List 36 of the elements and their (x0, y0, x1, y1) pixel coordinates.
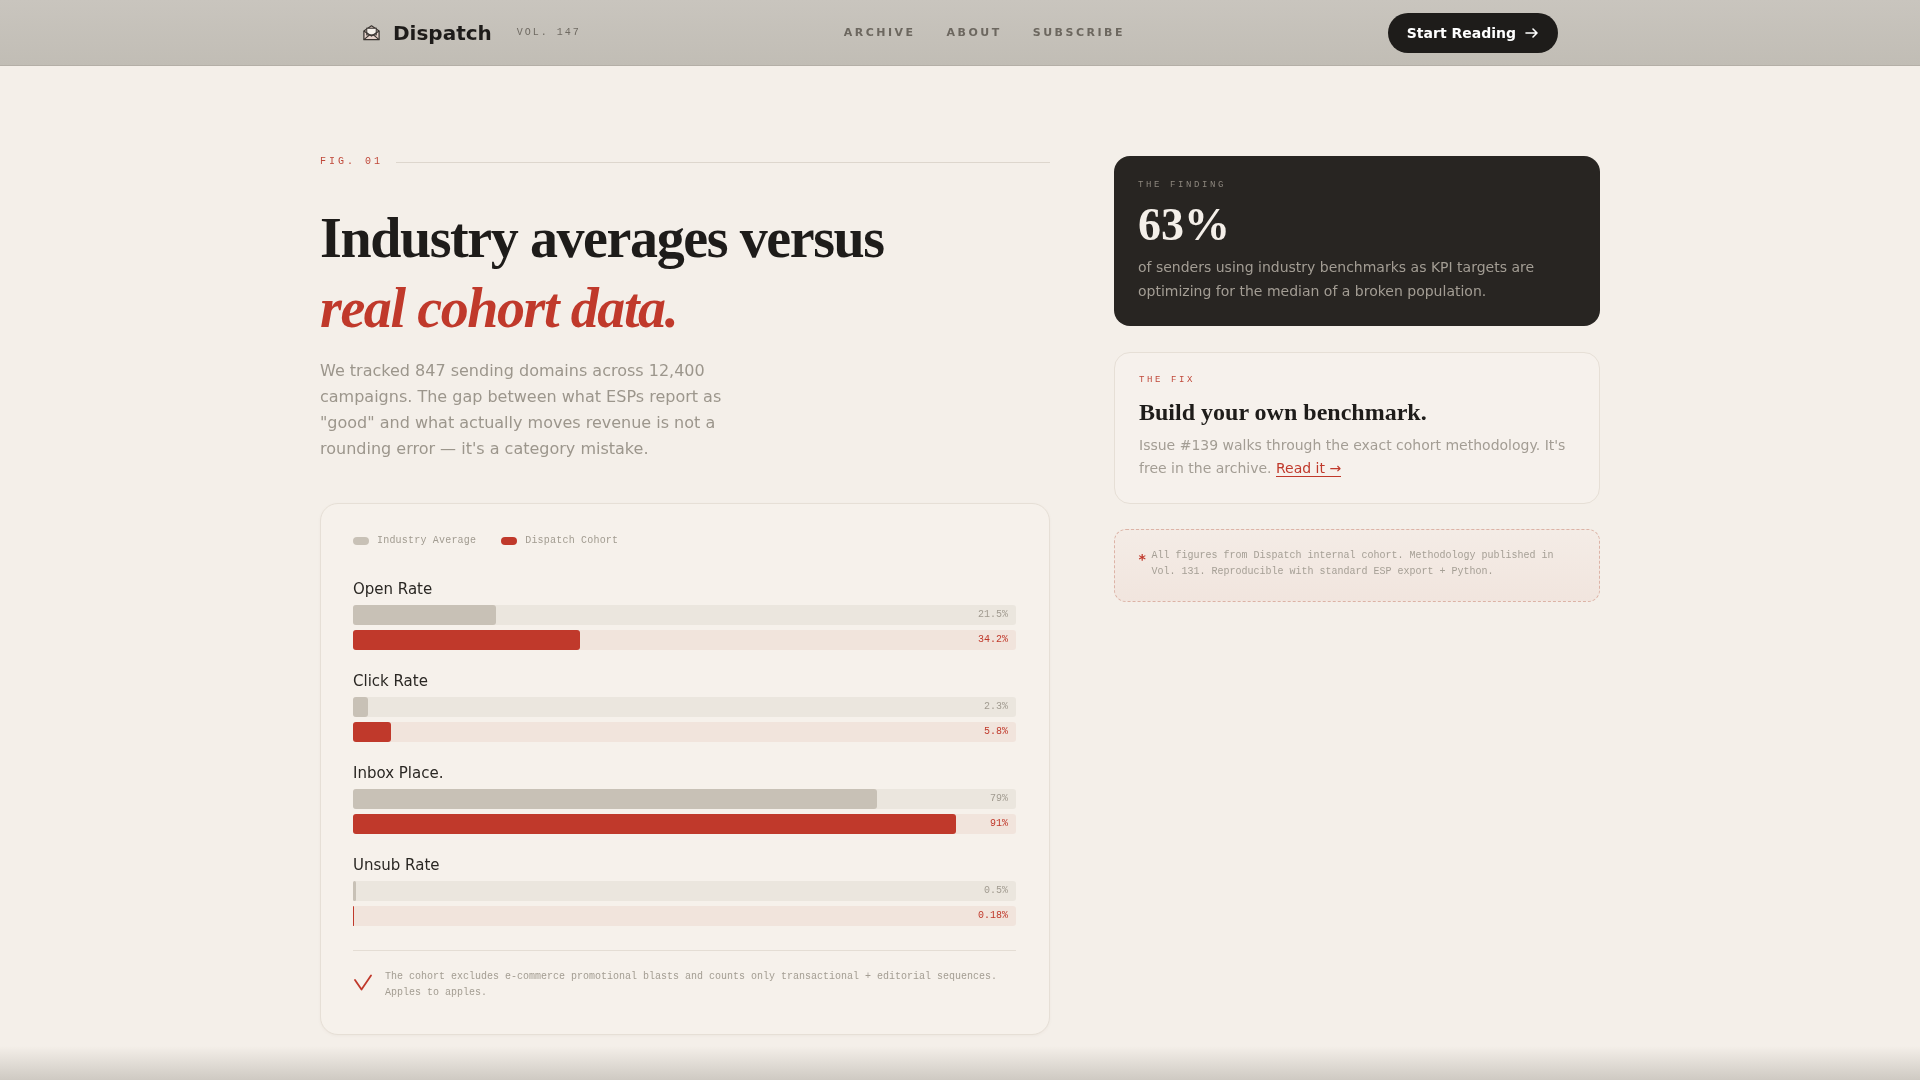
meter-reading: 79% (990, 793, 1008, 805)
arrow-icon (1525, 27, 1538, 38)
metric-label: Inbox Place. (353, 764, 445, 783)
volume-label: VOL. 147 (516, 27, 581, 38)
fix-label: THE FIX (1139, 375, 1195, 386)
headline: Industry averages versus real cohort data. (320, 206, 885, 341)
legend-label: Dispatch Cohort (525, 535, 619, 547)
meter-reading: 5.8% (984, 726, 1008, 738)
figure-label: FIG. 01 (320, 156, 383, 168)
fix-text: Issue #139 walks through the exact cohort methodology. It's free in the archive. Read it → (1139, 436, 1567, 479)
meter-reading: 2.3% (984, 701, 1008, 713)
finding-stat: 63% (1138, 202, 1230, 248)
metric-label: Unsub Rate (353, 856, 441, 875)
start-reading-button[interactable]: Start Reading (1387, 12, 1558, 53)
chart-footnote: The cohort excludes e-commerce promotional blasts and counts only transactional + editorial sequences. Apples to apples. (385, 970, 999, 1000)
source-note-text: All figures from Dispatch internal cohort. Methodology published in Vol. 131. Reproducible with standard ESP export + Python. (1151, 549, 1555, 579)
brand-name: Dispatch (393, 20, 492, 45)
metric-label: Open Rate (353, 580, 434, 599)
footnote-marker: * (1138, 551, 1147, 567)
fix-title: Build your own benchmark. (1139, 398, 1427, 427)
finding-text: of senders using industry benchmarks as KPI targets are optimizing for the median of a broken population. (1138, 258, 1536, 301)
metric-label: Click Rate (353, 672, 429, 691)
legend-label: Industry Average (377, 535, 477, 547)
meter-reading: 0.18% (978, 910, 1008, 922)
check-icon (354, 974, 372, 991)
finding-label: THE FINDING (1138, 180, 1226, 191)
meter-reading: 0.5% (984, 885, 1008, 897)
nav-link[interactable]: ARCHIVE (843, 26, 916, 39)
meter-reading: 21.5% (978, 609, 1008, 621)
nav-link[interactable]: ABOUT (946, 26, 1002, 39)
meter-reading: 34.2% (978, 634, 1008, 646)
read-it-link[interactable]: Read it → (1276, 460, 1342, 477)
envelope-icon (362, 23, 381, 42)
nav-link[interactable]: SUBSCRIBE (1032, 26, 1125, 39)
meter-reading: 91% (990, 818, 1008, 830)
intro-paragraph: We tracked 847 sending domains across 12,400 campaigns. The gap between what ESPs report as "good" and what actually moves revenue is not a rounding error — it's a category mistake. (320, 360, 723, 460)
